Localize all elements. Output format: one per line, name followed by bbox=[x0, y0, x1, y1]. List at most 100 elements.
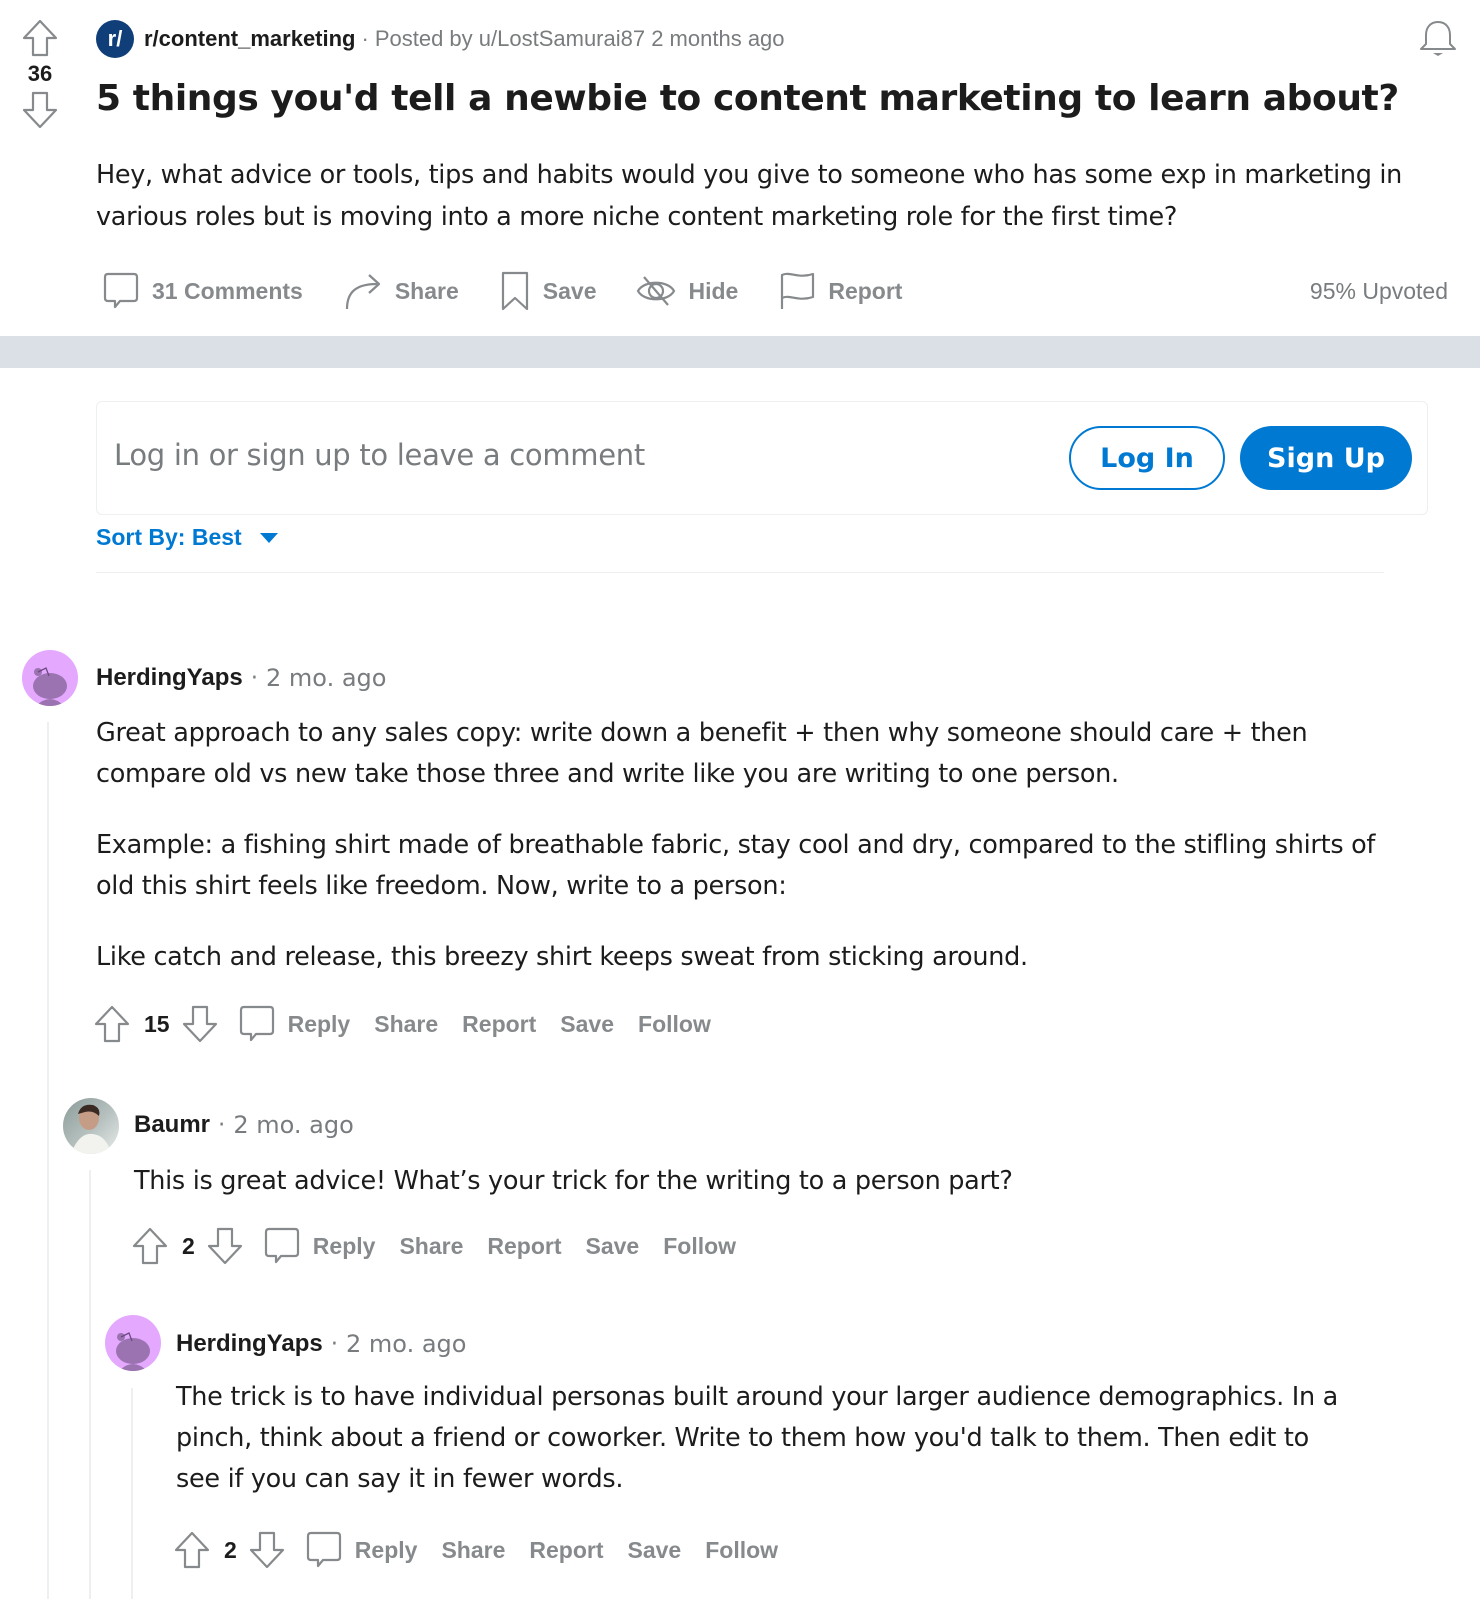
report-button[interactable]: Report bbox=[462, 1011, 536, 1038]
save-button[interactable]: Save bbox=[560, 1011, 614, 1038]
sort-divider bbox=[96, 572, 1384, 573]
comment-login-prompt: Log in or sign up to leave a comment Log… bbox=[96, 401, 1428, 515]
reply-label: Reply bbox=[287, 1010, 351, 1037]
user-avatar[interactable] bbox=[22, 650, 78, 706]
comment-icon bbox=[103, 272, 139, 309]
reply-button[interactable]: Reply bbox=[305, 1530, 442, 1570]
caret-down-icon bbox=[259, 532, 278, 543]
comment-author[interactable]: HerdingYaps bbox=[176, 1330, 323, 1358]
share-button[interactable]: Share bbox=[374, 1011, 438, 1038]
upvote-ratio: 95% Upvoted bbox=[1309, 278, 1448, 304]
report-button[interactable]: Report bbox=[487, 1233, 561, 1260]
subreddit-icon[interactable]: r/ bbox=[96, 20, 134, 58]
user-photo-icon bbox=[71, 1104, 111, 1154]
log-in-button[interactable]: Log In bbox=[1069, 426, 1225, 490]
share-button[interactable]: Share bbox=[343, 271, 459, 311]
reply-label: Reply bbox=[312, 1232, 376, 1259]
comments-label: 31 Comments bbox=[152, 277, 303, 304]
report-label: Report bbox=[828, 277, 903, 304]
comment-body: This is great advice! What’s your trick … bbox=[134, 1161, 1374, 1232]
comments-button[interactable]: 31 Comments bbox=[102, 271, 303, 311]
post-action-bar: 31 Comments Share Save Hide Report bbox=[102, 268, 942, 314]
comment-paragraph: Like catch and release, this breezy shir… bbox=[96, 942, 1028, 972]
follow-button[interactable]: Follow bbox=[638, 1011, 711, 1038]
comment-header: HerdingYaps · 2 mo. ago bbox=[176, 1330, 466, 1358]
login-prompt-text: Log in or sign up to leave a comment bbox=[114, 438, 645, 472]
comment-paragraph: This is great advice! What’s your trick … bbox=[134, 1166, 1013, 1196]
comment-paragraph: Example: a fishing shirt made of breatha… bbox=[96, 830, 1376, 901]
comment-time[interactable]: 2 mo. ago bbox=[233, 1111, 353, 1139]
reply-label: Reply bbox=[354, 1536, 418, 1563]
report-button[interactable]: Report bbox=[529, 1537, 603, 1564]
share-button[interactable]: Share bbox=[399, 1233, 463, 1260]
bookmark-icon bbox=[501, 271, 528, 311]
comment-action-bar: 15 Reply Share Report Save Follow bbox=[92, 1004, 735, 1044]
upvote-arrow-icon[interactable] bbox=[92, 1004, 132, 1044]
downvote-arrow-icon[interactable] bbox=[20, 90, 60, 130]
save-button[interactable]: Save bbox=[586, 1233, 640, 1260]
share-label: Share bbox=[394, 277, 459, 304]
comment-score: 15 bbox=[144, 1010, 170, 1037]
comment-paragraph: Great approach to any sales copy: write … bbox=[96, 718, 1308, 789]
save-button[interactable]: Save bbox=[628, 1537, 682, 1564]
downvote-arrow-icon[interactable] bbox=[205, 1226, 245, 1266]
thread-collapse-line[interactable] bbox=[47, 722, 49, 1599]
reply-button[interactable]: Reply bbox=[263, 1226, 400, 1266]
comment-author[interactable]: Baumr bbox=[134, 1111, 210, 1139]
save-label: Save bbox=[542, 277, 597, 304]
snoo-icon bbox=[116, 1332, 150, 1371]
post-title[interactable]: 5 things you'd tell a newbie to content … bbox=[96, 74, 1436, 124]
reply-button[interactable]: Reply bbox=[238, 1004, 375, 1044]
comment-score: 2 bbox=[224, 1536, 237, 1563]
comment-icon bbox=[306, 1531, 341, 1568]
thread-collapse-line[interactable] bbox=[131, 1388, 133, 1599]
sort-dropdown[interactable]: Sort By: Best bbox=[96, 524, 278, 551]
share-arrow-icon bbox=[345, 274, 380, 310]
comment-header: HerdingYaps · 2 mo. ago bbox=[96, 664, 386, 692]
save-button[interactable]: Save bbox=[499, 270, 597, 312]
post-score: 36 bbox=[27, 61, 53, 86]
post-vote-column: 36 bbox=[20, 18, 60, 130]
hide-button[interactable]: Hide bbox=[636, 274, 738, 308]
upvote-arrow-icon[interactable] bbox=[172, 1530, 212, 1570]
comment-action-bar: 2 Reply Share Report Save Follow bbox=[130, 1226, 760, 1266]
comment-body: Great approach to any sales copy: write … bbox=[96, 713, 1376, 1008]
user-avatar[interactable] bbox=[63, 1098, 119, 1154]
comment-action-bar: 2 Reply Share Report Save Follow bbox=[172, 1530, 802, 1570]
meta-separator: · bbox=[218, 1112, 226, 1138]
hide-label: Hide bbox=[688, 277, 739, 304]
comment-time[interactable]: 2 mo. ago bbox=[346, 1330, 466, 1358]
meta-separator: · bbox=[361, 26, 369, 51]
share-button[interactable]: Share bbox=[441, 1537, 505, 1564]
report-button[interactable]: Report bbox=[778, 271, 902, 311]
eye-slash-icon bbox=[637, 276, 676, 306]
comment-icon bbox=[239, 1005, 274, 1042]
follow-button[interactable]: Follow bbox=[663, 1233, 736, 1260]
follow-button[interactable]: Follow bbox=[705, 1537, 778, 1564]
comment-score: 2 bbox=[182, 1232, 195, 1259]
meta-separator: · bbox=[330, 1331, 339, 1357]
sort-label: Sort By: Best bbox=[96, 524, 242, 550]
thread-collapse-line[interactable] bbox=[89, 1170, 91, 1599]
bell-icon[interactable] bbox=[1418, 18, 1458, 60]
subreddit-link[interactable]: r/content_marketing bbox=[144, 26, 356, 52]
post-card: 36 r/ r/content_marketing · Posted by u/… bbox=[0, 0, 1480, 336]
upvote-arrow-icon[interactable] bbox=[130, 1226, 170, 1266]
comment-body: The trick is to have individual personas… bbox=[176, 1377, 1346, 1530]
post-body: Hey, what advice or tools, tips and habi… bbox=[96, 160, 1403, 232]
flag-icon bbox=[781, 272, 815, 309]
comment-header: Baumr · 2 mo. ago bbox=[134, 1111, 354, 1139]
user-avatar[interactable] bbox=[105, 1315, 161, 1371]
upvote-arrow-icon[interactable] bbox=[20, 18, 60, 58]
downvote-arrow-icon[interactable] bbox=[180, 1004, 220, 1044]
comment-author[interactable]: HerdingYaps bbox=[96, 664, 243, 692]
posted-by[interactable]: Posted by u/LostSamurai87 2 months ago bbox=[375, 26, 785, 52]
post-meta: r/ r/content_marketing · Posted by u/Los… bbox=[96, 20, 785, 58]
comment-paragraph: The trick is to have individual personas… bbox=[176, 1382, 1338, 1494]
sign-up-button[interactable]: Sign Up bbox=[1240, 426, 1412, 490]
comment-icon bbox=[264, 1227, 299, 1264]
meta-separator: · bbox=[250, 665, 259, 691]
comment-time[interactable]: 2 mo. ago bbox=[266, 664, 386, 692]
snoo-icon bbox=[33, 667, 67, 706]
downvote-arrow-icon[interactable] bbox=[247, 1530, 287, 1570]
